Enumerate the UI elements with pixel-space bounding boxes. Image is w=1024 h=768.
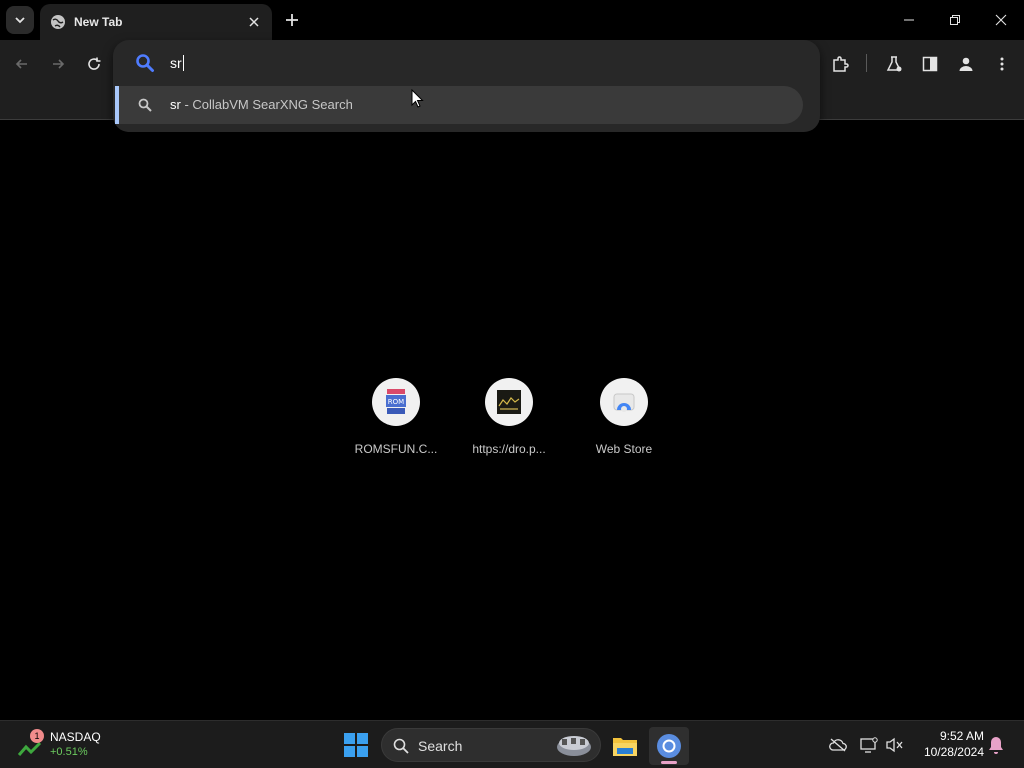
- omnibox-popup: sr sr - CollabVM SearXNG Search: [113, 40, 820, 132]
- taskbar-search[interactable]: Search: [381, 728, 601, 762]
- search-icon: [136, 54, 154, 72]
- tab-search-button[interactable]: [6, 6, 34, 34]
- extensions-button[interactable]: [828, 52, 852, 76]
- shortcut-web-store[interactable]: Web Store: [568, 378, 680, 468]
- svg-text:ROM: ROM: [388, 398, 404, 406]
- arrow-left-icon: [15, 59, 27, 69]
- notification-bell-icon[interactable]: [986, 735, 1006, 755]
- screen: New Tab sr sr - CollabVM SearXNG Search …: [0, 0, 1024, 768]
- notification-badge: 1: [30, 729, 44, 743]
- clock-time: 9:52 AM: [939, 729, 984, 743]
- reload-button[interactable]: [82, 52, 106, 76]
- network-icon[interactable]: [859, 735, 879, 755]
- stocks-widget[interactable]: 1 NASDAQ +0.51%: [18, 727, 128, 763]
- puzzle-icon: [833, 56, 849, 72]
- minimize-button[interactable]: [886, 0, 932, 40]
- taskbar-search-label: Search: [418, 738, 463, 754]
- stock-chart-icon: [18, 741, 42, 756]
- omnibox-suggestion[interactable]: sr - CollabVM SearXNG Search: [115, 86, 803, 124]
- person-icon: [959, 57, 973, 71]
- more-vertical-icon: [1000, 57, 1004, 71]
- globe-icon: [51, 15, 65, 29]
- profile-button[interactable]: [954, 52, 978, 76]
- search-highlight-icon: [557, 736, 591, 756]
- shortcut-label: https://dro.p...: [472, 442, 546, 456]
- close-window-button[interactable]: [978, 0, 1024, 40]
- forward-button[interactable]: [46, 52, 70, 76]
- romsfun-favicon: ROM: [372, 378, 420, 426]
- close-icon[interactable]: [244, 12, 264, 32]
- web-store-icon: [600, 378, 648, 426]
- start-button[interactable]: [340, 729, 372, 761]
- restore-button[interactable]: [932, 0, 978, 40]
- tab-title: New Tab: [74, 15, 123, 29]
- chrome-icon: [657, 734, 681, 758]
- active-indicator: [661, 761, 677, 764]
- reload-icon: [88, 57, 101, 70]
- toolbar-separator: [866, 54, 867, 72]
- side-panel-button[interactable]: [918, 52, 942, 76]
- close-icon: [995, 14, 1007, 26]
- file-explorer-button[interactable]: [605, 727, 645, 765]
- shortcut-label: ROMSFUN.C...: [354, 442, 438, 456]
- side-panel-icon: [922, 56, 938, 72]
- tab-strip: New Tab: [0, 0, 1024, 40]
- onedrive-icon[interactable]: [828, 735, 848, 755]
- labs-button[interactable]: [882, 52, 906, 76]
- suggestion-text: sr - CollabVM SearXNG Search: [170, 97, 353, 112]
- search-icon: [393, 738, 409, 754]
- shortcut-dro[interactable]: https://dro.p...: [453, 378, 565, 468]
- clock-date: 10/28/2024: [923, 745, 984, 759]
- volume-muted-icon[interactable]: [885, 735, 905, 755]
- omnibox-input[interactable]: sr: [170, 55, 184, 71]
- dro-favicon: [485, 378, 533, 426]
- chevron-down-icon: [15, 17, 25, 24]
- shortcut-romsfun[interactable]: ROM ROMSFUN.C...: [340, 378, 452, 468]
- omnibox[interactable]: sr: [113, 40, 820, 86]
- minimize-icon: [904, 19, 914, 21]
- mouse-cursor-icon: [411, 89, 424, 108]
- back-button[interactable]: [10, 52, 34, 76]
- windows-logo-icon: [344, 733, 368, 757]
- search-icon: [138, 98, 152, 112]
- chrome-button[interactable]: [649, 727, 689, 765]
- widget-change: +0.51%: [50, 746, 88, 758]
- plus-icon: [286, 14, 298, 26]
- clock[interactable]: 9:52 AM 10/28/2024: [912, 728, 984, 760]
- arrow-right-icon: [53, 59, 65, 69]
- widget-title: NASDAQ: [50, 730, 101, 744]
- shortcut-label: Web Store: [595, 442, 653, 456]
- folder-icon: [613, 738, 637, 756]
- selection-indicator: [115, 86, 119, 124]
- restore-icon: [950, 15, 960, 25]
- menu-button[interactable]: [990, 52, 1014, 76]
- tab-new-tab[interactable]: New Tab: [40, 4, 272, 40]
- flask-icon: [886, 56, 902, 72]
- taskbar: 1 NASDAQ +0.51% Search 9:52 AM 10/28/202…: [0, 720, 1024, 768]
- new-tab-button[interactable]: [280, 8, 304, 32]
